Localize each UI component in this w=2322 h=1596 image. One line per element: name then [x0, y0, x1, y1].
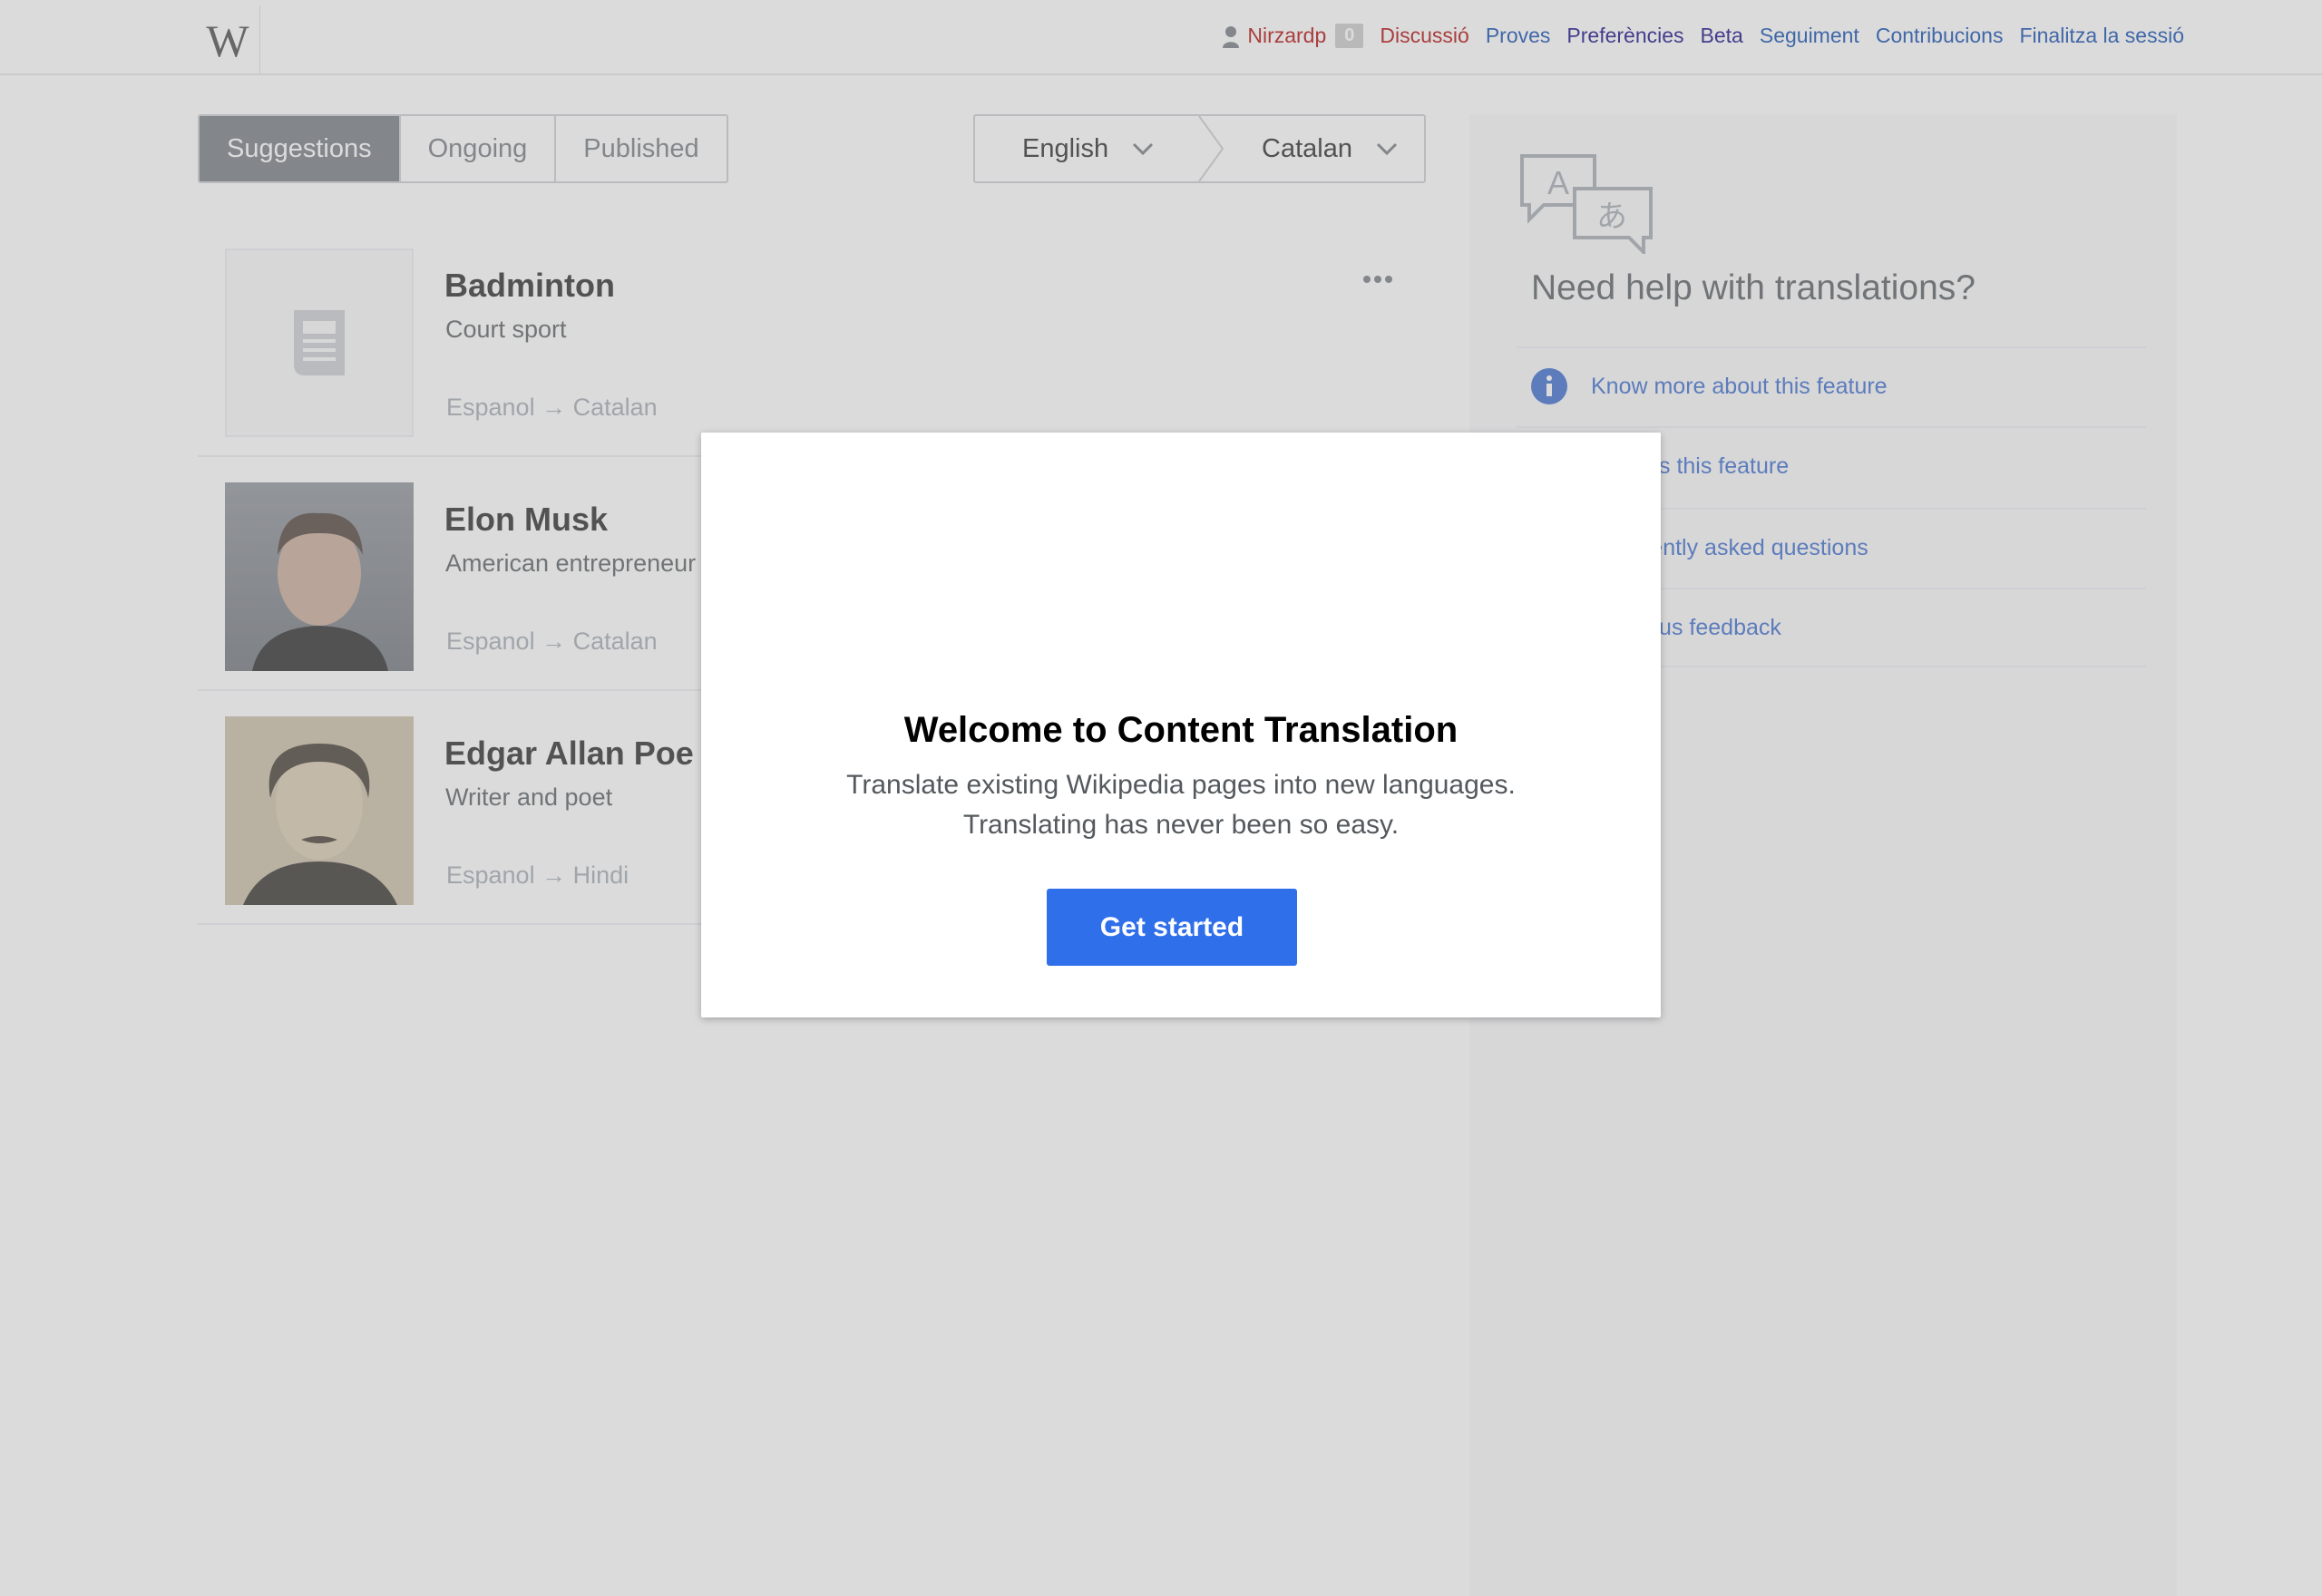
dialog-description: Translate existing Wikipedia pages into …	[846, 770, 1516, 800]
get-started-button[interactable]: Get started	[1047, 889, 1297, 966]
welcome-dialog: Welcome to Content Translation Translate…	[701, 433, 1661, 1017]
dialog-description: Translating has never been so easy.	[962, 810, 1400, 840]
dialog-title: Welcome to Content Translation	[903, 710, 1459, 750]
